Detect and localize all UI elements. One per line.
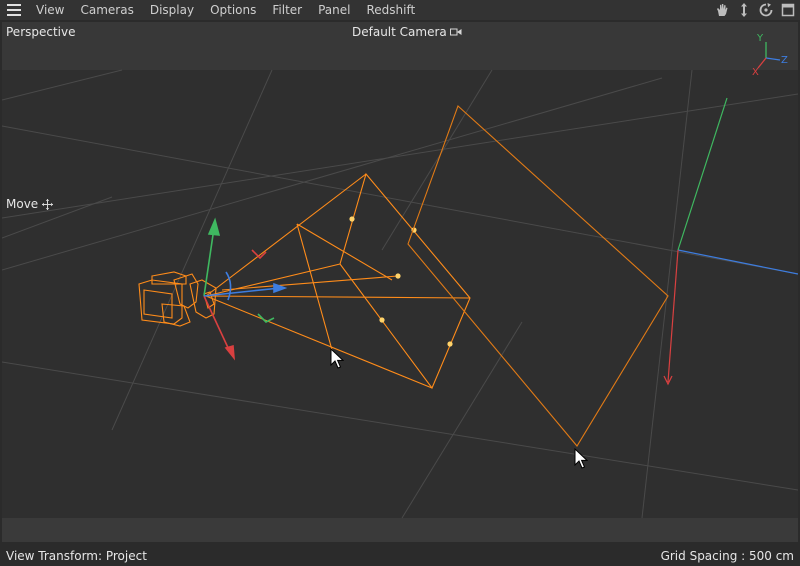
menu-bar: View Cameras Display Options Filter Pane… xyxy=(0,0,800,20)
move-tool-icon xyxy=(42,198,54,210)
scene-canvas xyxy=(2,42,798,519)
active-camera-selector[interactable]: Default Camera xyxy=(352,25,462,39)
menu-redshift[interactable]: Redshift xyxy=(358,0,423,20)
viewport-3d[interactable] xyxy=(2,22,798,542)
view-navigation-icons xyxy=(712,0,798,20)
pan-hand-icon[interactable] xyxy=(712,0,732,20)
grid-spacing-label: Grid Spacing : 500 cm xyxy=(660,549,794,563)
tool-label: Move xyxy=(6,197,39,211)
camera-object xyxy=(138,172,471,390)
active-tool-indicator: Move xyxy=(6,197,54,211)
maximize-view-icon[interactable] xyxy=(778,0,798,20)
gizmo-y-label: Y xyxy=(757,33,764,44)
gizmo-x-label: X xyxy=(752,67,759,78)
menu-cameras[interactable]: Cameras xyxy=(72,0,141,20)
menu-filter[interactable]: Filter xyxy=(264,0,310,20)
gizmo-z-label: Z xyxy=(781,55,788,66)
view-transform-label: View Transform: Project xyxy=(6,549,147,563)
axis-orientation-gizmo xyxy=(757,42,781,69)
mouse-cursor-icon xyxy=(574,448,588,469)
projection-label: Perspective xyxy=(6,25,76,39)
menu-options[interactable]: Options xyxy=(202,0,264,20)
world-grid xyxy=(2,69,798,519)
camera-frustum-handles xyxy=(349,216,453,347)
menu-display[interactable]: Display xyxy=(142,0,202,20)
hamburger-menu-icon[interactable] xyxy=(0,0,28,20)
menu-panel[interactable]: Panel xyxy=(310,0,358,20)
mouse-cursor-icon xyxy=(330,348,344,369)
rotate-icon[interactable] xyxy=(756,0,776,20)
camera-link-icon xyxy=(449,28,462,36)
focus-plane xyxy=(407,105,669,447)
camera-label: Default Camera xyxy=(352,25,447,39)
move-arrows-icon[interactable] xyxy=(734,0,754,20)
menu-view[interactable]: View xyxy=(28,0,72,20)
